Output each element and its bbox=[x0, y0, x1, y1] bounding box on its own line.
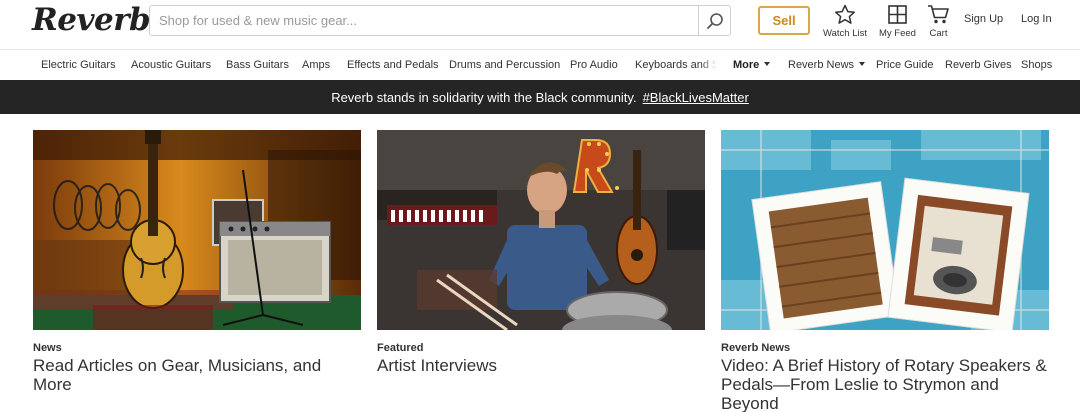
cart-label: Cart bbox=[929, 28, 948, 39]
nav-shops[interactable]: Shops bbox=[1021, 59, 1052, 71]
watch-list-label: Watch List bbox=[823, 28, 867, 39]
card-title[interactable]: Artist Interviews bbox=[377, 356, 705, 375]
nav-more-dropdown[interactable]: More bbox=[733, 59, 771, 71]
search-icon bbox=[706, 12, 723, 29]
rotary-speakers-image[interactable] bbox=[721, 130, 1049, 330]
search-input[interactable] bbox=[150, 6, 700, 35]
blm-hashtag-link[interactable]: #BlackLivesMatter bbox=[643, 90, 749, 105]
cart-link[interactable]: Cart bbox=[927, 4, 950, 39]
my-feed-link[interactable]: My Feed bbox=[879, 4, 916, 39]
card-kicker: Featured bbox=[377, 342, 424, 354]
sign-up-link[interactable]: Sign Up bbox=[964, 13, 1003, 25]
studio-guitar-image[interactable] bbox=[33, 130, 361, 330]
watch-list-link[interactable]: Watch List bbox=[823, 4, 867, 39]
banner-text: Reverb stands in solidarity with the Bla… bbox=[331, 89, 637, 105]
article-card[interactable]: News Read Articles on Gear, Musicians, a… bbox=[33, 130, 361, 394]
nav-electric-guitars[interactable]: Electric Guitars bbox=[41, 59, 116, 71]
my-feed-label: My Feed bbox=[879, 28, 916, 39]
caret-down-icon bbox=[764, 62, 771, 67]
article-card[interactable]: Reverb News Video: A Brief History of Ro… bbox=[721, 130, 1049, 412]
cart-icon bbox=[928, 5, 949, 24]
nav-acoustic-guitars[interactable]: Acoustic Guitars bbox=[131, 59, 211, 71]
card-title[interactable]: Video: A Brief History of Rotary Speaker… bbox=[721, 356, 1049, 412]
nav-pro-audio[interactable]: Pro Audio bbox=[570, 59, 618, 71]
reverb-logo[interactable]: Reverb bbox=[32, 2, 151, 38]
card-kicker: News bbox=[33, 342, 62, 354]
nav-reverb-news-dropdown[interactable]: Reverb News bbox=[788, 59, 866, 71]
nav-bass-guitars[interactable]: Bass Guitars bbox=[226, 59, 289, 71]
nav-keyboards-and-synths[interactable]: Keyboards and Synths bbox=[635, 59, 717, 71]
site-header: Reverb Sell Watch List My Feed Car bbox=[0, 0, 1080, 50]
nav-amps[interactable]: Amps bbox=[302, 59, 330, 71]
nav-price-guide[interactable]: Price Guide bbox=[876, 59, 933, 71]
card-kicker: Reverb News bbox=[721, 342, 791, 354]
nav-effects-and-pedals[interactable]: Effects and Pedals bbox=[347, 59, 439, 71]
article-card[interactable]: Featured Artist Interviews bbox=[377, 130, 705, 375]
more-label: More bbox=[733, 59, 760, 71]
search-bar bbox=[149, 5, 731, 36]
nav-reverb-gives[interactable]: Reverb Gives bbox=[945, 59, 1012, 71]
caret-down-icon bbox=[859, 62, 866, 67]
feed-grid-icon bbox=[888, 5, 907, 24]
card-title[interactable]: Read Articles on Gear, Musicians, and Mo… bbox=[33, 356, 361, 394]
solidarity-banner: Reverb stands in solidarity with the Bla… bbox=[0, 80, 1080, 114]
log-in-link[interactable]: Log In bbox=[1021, 13, 1052, 25]
category-nav: Electric Guitars Acoustic Guitars Bass G… bbox=[0, 51, 1080, 80]
reverb-news-label: Reverb News bbox=[788, 59, 855, 71]
sell-button[interactable]: Sell bbox=[758, 6, 810, 35]
nav-drums-and-percussion[interactable]: Drums and Percussion bbox=[449, 59, 560, 71]
search-button[interactable] bbox=[698, 6, 730, 35]
artist-drummer-image[interactable] bbox=[377, 130, 705, 330]
star-icon bbox=[834, 4, 856, 24]
